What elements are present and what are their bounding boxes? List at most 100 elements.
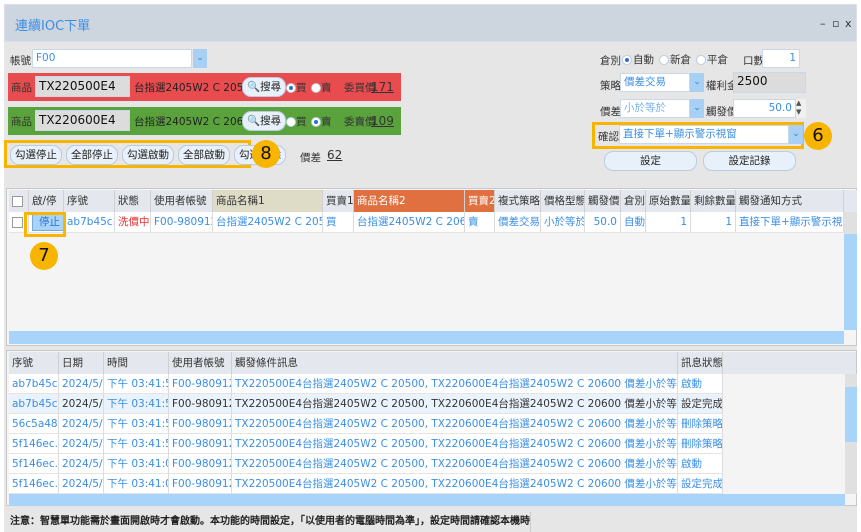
chevron-down-icon[interactable]: ⌄ <box>789 125 803 144</box>
log-header-5[interactable]: 訊息狀態 <box>678 352 723 374</box>
action-button-3[interactable]: 全部啟動 <box>178 145 230 165</box>
column-header-14[interactable]: 剩餘數量 <box>691 190 736 212</box>
scrollbar-thumb[interactable] <box>845 387 857 442</box>
account-value: F00 <box>36 52 56 64</box>
footer-note: 注意：智慧單功能需於畫面開啟時才會啟動。本功能的時間設定，「以使用者的電腦時間為… <box>4 512 531 532</box>
cell-id: ab7b45c... <box>64 212 115 233</box>
product1-row: 商品 TX220500E4 台指選2405W2 C 20500 🔍搜尋 買 賣 … <box>8 73 401 101</box>
log-header-2[interactable]: 時間 <box>104 352 169 374</box>
maximize-button[interactable]: ▫ <box>832 17 839 30</box>
column-header-7[interactable]: 商品名稱2 <box>354 190 465 212</box>
product2-sell-radio[interactable]: 賣 <box>311 114 332 129</box>
product2-buy-radio[interactable]: 買 <box>286 114 307 129</box>
product2-row: 商品 TX220600E4 台指選2405W2 C 20600 🔍搜尋 買 賣 … <box>8 107 401 135</box>
position-radio-1[interactable]: 新倉 <box>659 52 691 67</box>
strategy-select[interactable]: 價差交易 <box>620 73 690 92</box>
column-header-5[interactable]: 商品名稱1 <box>213 190 323 212</box>
position-label: 倉別 <box>600 55 621 67</box>
column-header-6[interactable]: 買賣1 <box>323 190 354 212</box>
product1-label: 商品 <box>11 82 32 94</box>
product2-price-link[interactable]: 109 <box>371 114 394 128</box>
column-header-15[interactable]: 觸發通知方式 <box>736 190 844 212</box>
log-cell: TX220500E4台指選2405W2 C 20500, TX220600E4台… <box>232 454 678 474</box>
log-cell: 下午 03:41:58 <box>104 374 169 394</box>
product1-name: 台指選2405W2 C 20500 <box>134 82 257 94</box>
trigger-stepper[interactable]: ▲ ▼ <box>796 99 806 118</box>
spread-label: 價差 <box>300 152 321 164</box>
log-cell: 5f146ec... <box>9 434 59 454</box>
column-header-9[interactable]: 複式策略 <box>495 190 541 212</box>
cell-position: 自動 <box>621 212 646 233</box>
select-all-checkbox[interactable] <box>12 195 23 207</box>
toggle-highlight <box>24 212 66 237</box>
log-cell: F00-9809129 <box>169 394 232 414</box>
horizontal-scrollbar[interactable] <box>9 494 845 506</box>
cell-prod2: 台指選2405W2 C 20600 <box>354 212 465 233</box>
log-cell: TX220500E4台指選2405W2 C 20500, TX220600E4台… <box>232 414 678 434</box>
product1-buy-radio[interactable]: 買 <box>286 80 307 95</box>
column-header-12[interactable]: 倉別 <box>621 190 646 212</box>
log-cell: 2024/5/6 <box>59 414 104 434</box>
product1-code-input[interactable]: TX220500E4 <box>35 76 130 97</box>
column-header-13[interactable]: 原始數量 <box>646 190 691 212</box>
action-button-1[interactable]: 全部停止 <box>66 145 118 165</box>
cell-trigger: 50.0 <box>585 212 621 233</box>
log-cell: 刪除策略 <box>678 434 723 454</box>
row-checkbox[interactable] <box>12 216 23 228</box>
spread-value: 62 <box>327 148 343 162</box>
position-option-label: 新倉 <box>670 54 691 66</box>
column-header-3[interactable]: 狀態 <box>115 190 151 212</box>
column-header-10[interactable]: 價格型態 <box>541 190 585 212</box>
product1-price-link[interactable]: 171 <box>371 80 394 94</box>
log-header-3[interactable]: 使用者帳號 <box>169 352 232 374</box>
close-button[interactable]: x <box>845 17 852 30</box>
minimize-button[interactable]: – <box>820 17 826 30</box>
column-header-0[interactable] <box>9 190 29 212</box>
product2-search-button[interactable]: 🔍搜尋 <box>242 111 287 131</box>
position-radio-2[interactable]: 平倉 <box>696 52 728 67</box>
log-cell: 啟動 <box>678 374 723 394</box>
callout-badge-7: 7 <box>30 242 58 270</box>
chevron-down-icon[interactable]: ⌄ <box>690 73 704 92</box>
chevron-down-icon[interactable]: ⌄ <box>690 99 704 118</box>
log-cell: 2024/5/6 <box>59 374 104 394</box>
log-header-0[interactable]: 序號 <box>9 352 59 374</box>
position-radio-0[interactable]: 自動 <box>622 52 654 67</box>
set-button[interactable]: 設定 <box>604 151 697 171</box>
cell-remain_qty: 1 <box>691 212 736 233</box>
log-cell: 下午 03:41:53 <box>104 434 169 454</box>
radio-icon <box>659 55 669 65</box>
qty-label: 口數 <box>743 55 764 67</box>
log-cell: 56c5a48... <box>9 414 59 434</box>
log-cell: TX220500E4台指選2405W2 C 20500, TX220600E4台… <box>232 394 678 414</box>
log-cell: F00-9809129 <box>169 474 232 494</box>
confirm-label: 確認 <box>598 131 619 143</box>
settings-log-button[interactable]: 設定記錄 <box>703 151 796 171</box>
product1-sell-radio[interactable]: 賣 <box>311 80 332 95</box>
product2-code-input[interactable]: TX220600E4 <box>35 110 130 131</box>
horizontal-scrollbar[interactable] <box>9 331 844 344</box>
column-header-4[interactable]: 使用者帳號 <box>151 190 213 212</box>
log-header-1[interactable]: 日期 <box>59 352 104 374</box>
confirm-select[interactable]: 直接下單+顯示警示視窗 <box>619 125 789 144</box>
column-header-1[interactable]: 啟/停 <box>29 190 64 212</box>
scrollbar-thumb[interactable] <box>844 234 857 330</box>
search-label: 搜尋 <box>260 115 282 127</box>
cell-side2: 賣 <box>465 212 495 233</box>
cell-orig_qty: 1 <box>646 212 691 233</box>
action-button-2[interactable]: 勾選啟動 <box>122 145 174 165</box>
radio-icon <box>696 55 706 65</box>
product1-search-button[interactable]: 🔍搜尋 <box>242 77 287 97</box>
qty-input[interactable]: 1 <box>762 49 800 68</box>
log-cell: 下午 03:41:58 <box>104 394 169 414</box>
trigger-input[interactable]: 50.0 <box>733 99 796 118</box>
column-header-11[interactable]: 觸發價 <box>585 190 621 212</box>
spread-condition-select[interactable]: 小於等於 <box>620 99 690 118</box>
action-button-0[interactable]: 勾選停止 <box>10 145 62 165</box>
log-header-4[interactable]: 觸發條件訊息 <box>232 352 678 374</box>
strategy-grid: 啟/停 序號 狀態 使用者帳號 商品名稱1 買賣1 商品名稱2 買賣2 複式策略 價格型態 觸發價倉… <box>6 188 857 346</box>
account-select[interactable]: F00 <box>32 49 192 68</box>
column-header-8[interactable]: 買賣2 <box>465 190 495 212</box>
chevron-down-icon[interactable]: ⌄ <box>193 49 207 68</box>
column-header-2[interactable]: 序號 <box>64 190 115 212</box>
